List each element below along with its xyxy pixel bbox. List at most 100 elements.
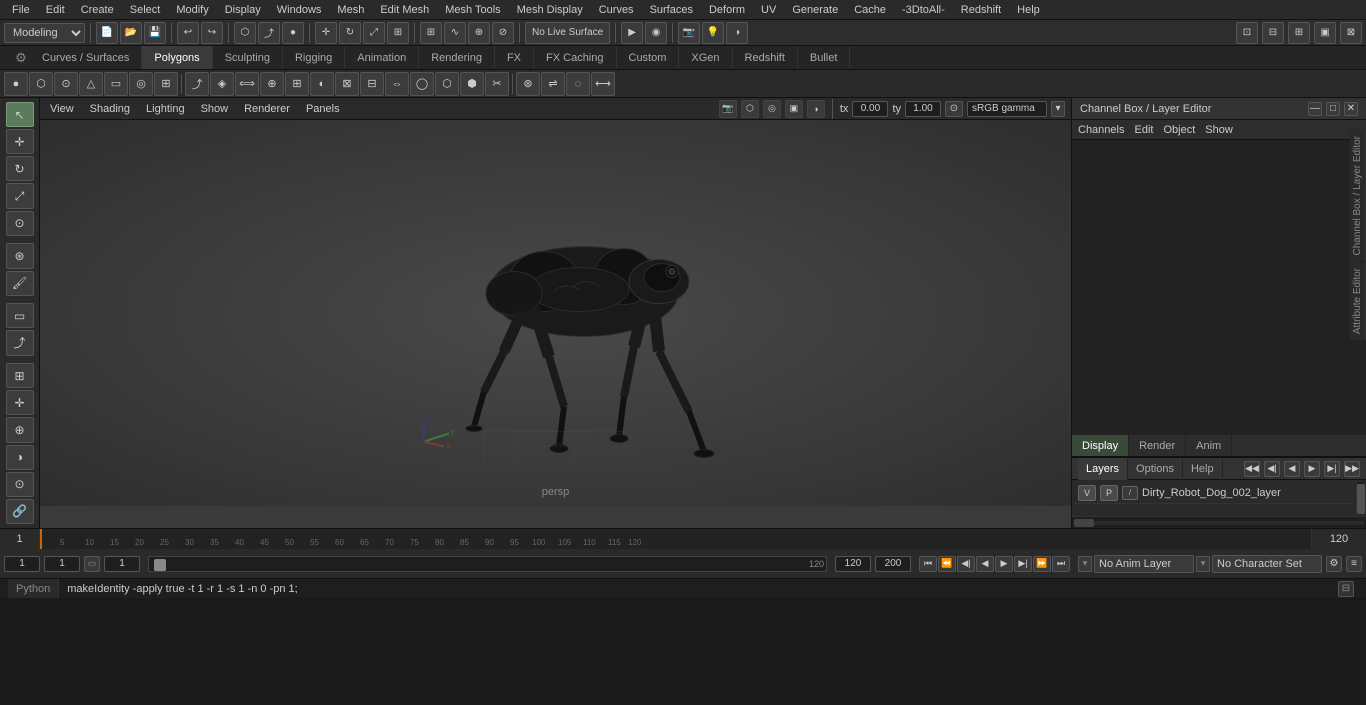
new-scene-btn[interactable]: 📄 (96, 22, 118, 44)
show-manip-btn[interactable]: ⊞ (6, 363, 34, 388)
cb-menu-show[interactable]: Show (1205, 124, 1233, 136)
lasso-btn[interactable]: ⤴ (258, 22, 280, 44)
pb-goto-start[interactable]: ⏮ (919, 556, 937, 572)
viewport-canvas[interactable]: Y X Z persp (40, 120, 1071, 506)
shelf-create-poly[interactable]: ⬢ (460, 72, 484, 96)
char-set-selector[interactable]: No Character Set (1212, 555, 1322, 573)
vp-menu-view[interactable]: View (46, 103, 78, 115)
menu-3dtall[interactable]: -3DtoAll- (894, 0, 953, 19)
vp-camera-btn[interactable]: 📷 (719, 100, 737, 118)
move-btn[interactable]: ✛ (315, 22, 337, 44)
script-editor-btn[interactable]: ⊟ (1338, 581, 1354, 597)
anim-layer-selector[interactable]: No Anim Layer (1094, 555, 1194, 573)
tab-redshift[interactable]: Redshift (733, 46, 798, 69)
layer-scrollbar[interactable] (1356, 482, 1364, 514)
tab-display[interactable]: Display (1072, 435, 1129, 456)
undo-btn[interactable]: ↩ (177, 22, 199, 44)
range-start-input[interactable]: 1 (4, 556, 40, 572)
no-live-surface-btn[interactable]: No Live Surface (525, 22, 610, 44)
shelf-symmetry[interactable]: ⇌ (541, 72, 565, 96)
command-line[interactable]: makeIdentity -apply true -t 1 -r 1 -s 1 … (67, 583, 1326, 595)
anim-layer-dropdown-arrow[interactable]: ▾ (1078, 556, 1092, 572)
ipr-btn[interactable]: ◉ (645, 22, 667, 44)
custom3-btn[interactable]: ◑ (6, 445, 34, 470)
shelf-multi-cut[interactable]: ✂ (485, 72, 509, 96)
pb-prev-frame[interactable]: ◀| (957, 556, 975, 572)
char-set-dropdown-arrow[interactable]: ▾ (1196, 556, 1210, 572)
current-frame-input[interactable]: 1 (44, 556, 80, 572)
render-btn[interactable]: ▶ (621, 22, 643, 44)
panel-minimize-btn[interactable]: — (1308, 102, 1322, 116)
pb-step-fwd[interactable]: ⏩ (1033, 556, 1051, 572)
range-thumb[interactable] (154, 559, 166, 571)
snap-view-btn[interactable]: ⊘ (492, 22, 514, 44)
vp-display-mode[interactable]: ◑ (807, 100, 825, 118)
tab-fx-caching[interactable]: FX Caching (534, 46, 616, 69)
menu-create[interactable]: Create (73, 0, 122, 19)
vp-menu-panels[interactable]: Panels (302, 103, 344, 115)
shelf-subdivide[interactable]: ⊞ (285, 72, 309, 96)
paint-btn[interactable]: ● (282, 22, 304, 44)
tab-bullet[interactable]: Bullet (798, 46, 851, 69)
shelf-cube[interactable]: ⬡ (29, 72, 53, 96)
shelf-slide[interactable]: ⟷ (591, 72, 615, 96)
layer-tab-options[interactable]: Options (1128, 458, 1183, 480)
magnet-btn[interactable]: 🔗 (6, 499, 34, 524)
last-tool-btn[interactable]: ⊙ (6, 211, 34, 236)
menu-windows[interactable]: Windows (269, 0, 330, 19)
pb-back[interactable]: ◀ (976, 556, 994, 572)
vp-menu-lighting[interactable]: Lighting (142, 103, 189, 115)
cb-menu-edit[interactable]: Edit (1134, 124, 1153, 136)
menu-uv[interactable]: UV (753, 0, 784, 19)
transform-btn[interactable]: ⊞ (387, 22, 409, 44)
layout-btn4[interactable]: ▣ (1314, 22, 1336, 44)
menu-curves[interactable]: Curves (591, 0, 642, 19)
tab-anim[interactable]: Anim (1186, 435, 1232, 456)
range-slider[interactable]: 120 (148, 556, 827, 572)
current-frame-display[interactable]: 1 (0, 529, 40, 549)
select-tool-btn[interactable]: ↖ (6, 102, 34, 127)
tab-render[interactable]: Render (1129, 435, 1186, 456)
shelf-cone[interactable]: △ (79, 72, 103, 96)
tab-settings-gear[interactable]: ⚙ (12, 49, 30, 67)
scale-btn[interactable]: ⤢ (363, 22, 385, 44)
shelf-soft-select[interactable]: ⊛ (516, 72, 540, 96)
tab-xgen[interactable]: XGen (679, 46, 732, 69)
layer-tab-display[interactable]: Layers (1078, 458, 1128, 480)
snap-to-surface-btn[interactable]: ⊙ (6, 472, 34, 497)
shelf-relax[interactable]: ◌ (566, 72, 590, 96)
camera-btn[interactable]: 📷 (678, 22, 700, 44)
range-end-input[interactable]: 120 (835, 556, 871, 572)
tab-rigging[interactable]: Rigging (283, 46, 345, 69)
shelf-plane[interactable]: ▭ (104, 72, 128, 96)
range-max-input[interactable]: 200 (875, 556, 911, 572)
layer-color-btn[interactable]: / (1122, 486, 1138, 500)
vp-menu-shading[interactable]: Shading (86, 103, 134, 115)
custom2-btn[interactable]: ⊕ (6, 417, 34, 442)
light-btn[interactable]: 💡 (702, 22, 724, 44)
layer-arrow-next[interactable]: ▶ (1304, 461, 1320, 477)
attribute-editor-edge-label[interactable]: Attribute Editor (1350, 262, 1366, 340)
anim-extra-btn[interactable]: ≡ (1346, 556, 1362, 572)
panel-close-btn[interactable]: ✕ (1344, 102, 1358, 116)
cb-menu-object[interactable]: Object (1163, 124, 1195, 136)
lasso-select-btn[interactable]: ⤴ (6, 330, 34, 355)
shader-btn[interactable]: ◑ (726, 22, 748, 44)
right-panel-scrollbar[interactable] (1072, 516, 1366, 528)
shelf-append-poly[interactable]: ⬡ (435, 72, 459, 96)
pb-step-back[interactable]: ⏪ (938, 556, 956, 572)
rotate-btn[interactable]: ↻ (339, 22, 361, 44)
menu-edit-mesh[interactable]: Edit Mesh (372, 0, 437, 19)
layout-btn3[interactable]: ⊞ (1288, 22, 1310, 44)
layer-arrow-back-back[interactable]: ◀◀ (1244, 461, 1260, 477)
vp-menu-show[interactable]: Show (197, 103, 233, 115)
vp-tx-value[interactable]: 0.00 (852, 101, 888, 117)
layout-btn2[interactable]: ⊟ (1262, 22, 1284, 44)
menu-modify[interactable]: Modify (168, 0, 216, 19)
custom1-btn[interactable]: ✛ (6, 390, 34, 415)
menu-surfaces[interactable]: Surfaces (642, 0, 701, 19)
tab-fx[interactable]: FX (495, 46, 534, 69)
shelf-fill-hole[interactable]: ◯ (410, 72, 434, 96)
shelf-torus[interactable]: ◎ (129, 72, 153, 96)
shelf-bridge[interactable]: ⟺ (235, 72, 259, 96)
